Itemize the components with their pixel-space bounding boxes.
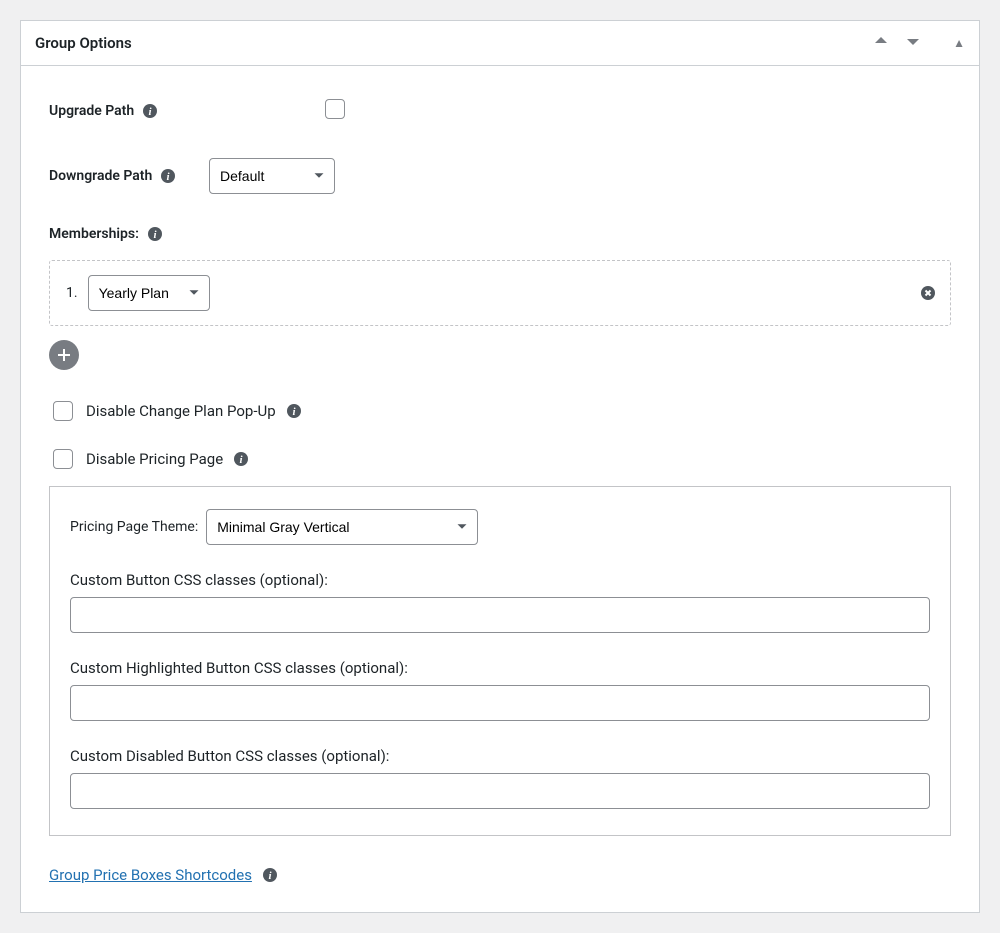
downgrade-path-label: Downgrade Path i	[49, 168, 209, 184]
membership-item: 1. Yearly Plan	[49, 260, 951, 326]
custom-btn-input[interactable]	[70, 597, 930, 633]
disable-popup-checkbox[interactable]	[53, 401, 73, 421]
custom-dis-btn-input[interactable]	[70, 773, 930, 809]
downgrade-path-select[interactable]: Default	[209, 158, 335, 194]
shortcodes-link[interactable]: Group Price Boxes Shortcodes	[49, 866, 252, 884]
info-icon[interactable]: i	[147, 226, 163, 242]
panel-header: Group Options ▲	[21, 21, 979, 66]
custom-btn-label: Custom Button CSS classes (optional):	[70, 571, 930, 589]
info-icon[interactable]: i	[262, 867, 278, 883]
info-icon[interactable]: i	[233, 451, 249, 467]
group-options-panel: Group Options ▲ Upgrade Path i	[20, 20, 980, 913]
panel-header-controls: ▲	[871, 31, 965, 55]
upgrade-path-row: Upgrade Path i	[49, 96, 951, 126]
info-icon[interactable]: i	[142, 103, 158, 119]
add-membership-button[interactable]	[49, 340, 79, 370]
disable-popup-row: Disable Change Plan Pop-Up i	[49, 398, 951, 424]
upgrade-path-checkbox[interactable]	[325, 99, 345, 119]
pricing-theme-select[interactable]: Minimal Gray Vertical	[206, 509, 478, 545]
disable-pricing-checkbox[interactable]	[53, 449, 73, 469]
info-icon[interactable]: i	[160, 168, 176, 184]
disable-pricing-row: Disable Pricing Page i	[49, 446, 951, 472]
panel-title: Group Options	[35, 34, 132, 52]
move-down-icon[interactable]	[903, 31, 923, 55]
pricing-subpanel: Pricing Page Theme: Minimal Gray Vertica…	[49, 486, 951, 836]
custom-dis-btn-label: Custom Disabled Button CSS classes (opti…	[70, 747, 930, 765]
pricing-theme-label: Pricing Page Theme:	[70, 519, 198, 535]
disable-pricing-label: Disable Pricing Page	[86, 450, 223, 468]
memberships-label: Memberships: i	[49, 226, 951, 242]
move-up-icon[interactable]	[871, 31, 891, 55]
disable-popup-label: Disable Change Plan Pop-Up	[86, 402, 276, 420]
custom-hl-btn-label: Custom Highlighted Button CSS classes (o…	[70, 659, 930, 677]
collapse-icon[interactable]: ▲	[953, 36, 965, 50]
info-icon[interactable]: i	[286, 403, 302, 419]
custom-hl-btn-input[interactable]	[70, 685, 930, 721]
footer-row: Group Price Boxes Shortcodes i	[49, 866, 951, 884]
panel-body: Upgrade Path i Downgrade Path i Default …	[21, 66, 979, 912]
remove-membership-icon[interactable]	[920, 285, 936, 301]
membership-index: 1.	[66, 285, 78, 301]
pricing-theme-row: Pricing Page Theme: Minimal Gray Vertica…	[70, 509, 930, 545]
downgrade-path-row: Downgrade Path i Default	[49, 158, 951, 194]
membership-select[interactable]: Yearly Plan	[88, 275, 210, 311]
upgrade-path-label: Upgrade Path i	[49, 103, 209, 119]
